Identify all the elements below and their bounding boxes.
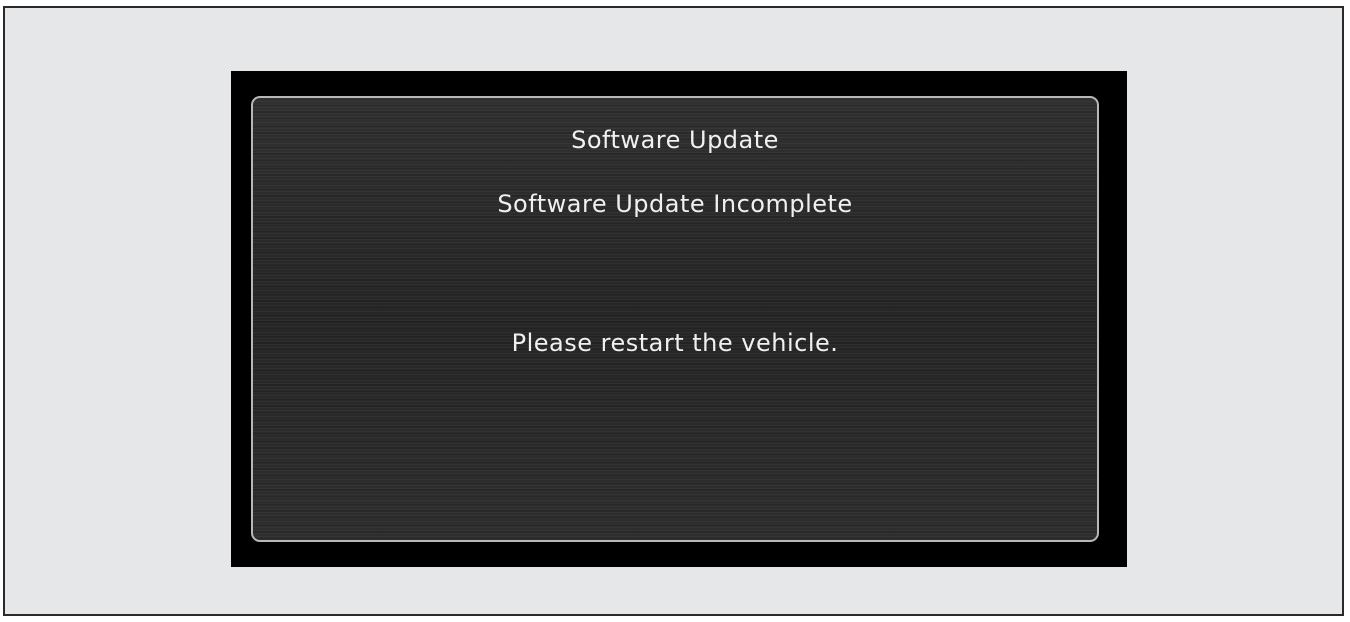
restart-instruction-text: Please restart the vehicle.: [511, 329, 839, 357]
cropped-heading-banner: [5, 0, 1342, 12]
document-frame: Software Update Software Update Incomple…: [3, 6, 1344, 616]
infotainment-screen: Software Update Software Update Incomple…: [231, 71, 1127, 567]
software-update-dialog: Software Update Software Update Incomple…: [251, 96, 1099, 542]
update-status-text: Software Update Incomplete: [497, 190, 853, 218]
dialog-title: Software Update: [571, 126, 779, 154]
